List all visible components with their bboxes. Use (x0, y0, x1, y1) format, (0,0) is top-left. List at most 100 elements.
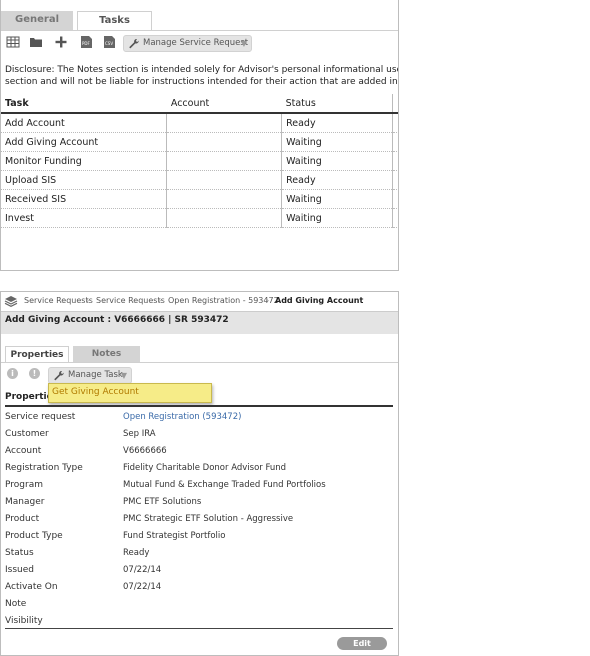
csv-icon[interactable]: CSV (102, 36, 116, 48)
extra-cell (392, 208, 398, 228)
breadcrumb-chevron-icon: › (86, 296, 90, 305)
column-header-account[interactable]: Account (166, 94, 282, 114)
property-value: PMC Strategic ETF Solution - Aggressive (123, 514, 294, 524)
account-cell (166, 113, 282, 133)
extra-cell (392, 132, 398, 152)
property-row: Note (1, 599, 398, 616)
column-header-extra (392, 94, 398, 114)
table-row[interactable]: Add Giving Account Waiting (1, 132, 398, 152)
extra-cell (392, 189, 398, 209)
service-request-link[interactable]: Open Registration (593472) (123, 412, 241, 422)
task-cell: Received SIS (1, 189, 167, 209)
breadcrumb-service-requests[interactable]: Service Requests (24, 292, 93, 310)
task-table-header: Task Account Status (1, 94, 398, 114)
detail-header: Add Giving Account : V6666666 | SR 59347… (1, 311, 398, 334)
account-cell (166, 170, 282, 190)
toolbar: PDF CSV Manage Service Request ▼ (1, 34, 398, 52)
manage-service-request-label: Manage Service Request (143, 38, 249, 48)
property-label: Program (5, 480, 43, 490)
property-row: Account V6666666 (1, 446, 398, 463)
table-row[interactable]: Add Account Ready (1, 113, 398, 133)
breadcrumb-open-registration[interactable]: Open Registration - 593472 (168, 292, 279, 310)
breadcrumb-service-requests-2[interactable]: Service Requests (96, 292, 165, 310)
breadcrumb: Service Requests › Service Requests › Op… (1, 292, 398, 310)
property-row: Product Type Fund Strategist Portfolio (1, 531, 398, 548)
task-cell: Invest (1, 208, 167, 228)
menu-item-get-giving-account[interactable]: Get Giving Account (52, 387, 139, 397)
svg-text:PDF: PDF (82, 41, 90, 46)
table-row[interactable]: Monitor Funding Waiting (1, 151, 398, 171)
property-label: Service request (5, 412, 76, 422)
task-table: Task Account Status Add Account Ready Add … (1, 94, 398, 228)
extra-cell (392, 113, 398, 133)
account-cell (166, 151, 282, 171)
breadcrumb-chevron-icon: › (158, 296, 162, 305)
tab-divider (1, 362, 398, 363)
wrench-icon (129, 38, 139, 49)
table-row[interactable]: Upload SIS Ready (1, 170, 398, 190)
edit-button[interactable]: Edit (337, 637, 387, 650)
spreadsheet-icon[interactable] (6, 36, 20, 48)
tab-notes[interactable]: Notes (73, 346, 140, 362)
tab-divider (1, 30, 398, 31)
table-row[interactable]: Invest Waiting (1, 208, 398, 228)
info-icon[interactable]: i (7, 368, 18, 379)
manage-task-button[interactable]: Manage Task ▼ (48, 367, 132, 384)
property-value: Fidelity Charitable Donor Advisor Fund (123, 463, 287, 473)
property-value: 07/22/14 (123, 565, 162, 575)
column-header-status[interactable]: Status (281, 94, 393, 114)
account-cell (166, 208, 282, 228)
tab-general[interactable]: General (1, 11, 73, 30)
property-label: Activate On (5, 582, 58, 592)
property-row: Manager PMC ETF Solutions (1, 497, 398, 514)
property-label: Customer (5, 429, 49, 439)
column-header-task[interactable]: Task (1, 94, 167, 114)
property-label: Registration Type (5, 463, 83, 473)
add-icon[interactable] (54, 36, 68, 48)
status-cell: Ready (281, 113, 393, 133)
properties-bottom-divider (5, 628, 393, 629)
status-cell: Waiting (281, 151, 393, 171)
chevron-down-icon: ▼ (240, 39, 247, 48)
task-cell: Monitor Funding (1, 151, 167, 171)
property-label: Note (5, 599, 27, 609)
property-value: PMC ETF Solutions (123, 497, 202, 507)
property-label: Visibility (5, 616, 43, 626)
property-value: 07/22/14 (123, 582, 162, 592)
pdf-icon[interactable]: PDF (79, 36, 93, 48)
properties-divider (5, 405, 393, 407)
folder-icon[interactable] (29, 36, 43, 48)
task-cell: Upload SIS (1, 170, 167, 190)
tab-tasks[interactable]: Tasks (77, 11, 152, 31)
property-row: Service request Open Registration (593472… (1, 412, 398, 429)
task-cell: Add Giving Account (1, 132, 167, 152)
manage-service-request-button[interactable]: Manage Service Request ▼ (123, 35, 252, 52)
status-cell: Waiting (281, 132, 393, 152)
property-row: Registration Type Fidelity Charitable Don… (1, 463, 398, 480)
breadcrumb-chevron-icon: › (266, 296, 270, 305)
property-row: Customer Sep IRA (1, 429, 398, 446)
account-cell (166, 132, 282, 152)
status-cell: Waiting (281, 208, 393, 228)
task-cell: Add Account (1, 113, 167, 133)
wrench-icon (54, 370, 64, 381)
property-row: Activate On 07/22/14 (1, 582, 398, 599)
tab-properties[interactable]: Properties (5, 346, 69, 363)
property-value: V6666666 (123, 446, 167, 456)
chevron-down-icon: ▼ (120, 371, 127, 380)
manage-task-dropdown-menu: Get Giving Account (48, 383, 212, 403)
alert-icon[interactable]: ! (29, 368, 40, 379)
table-row[interactable]: Received SIS Waiting (1, 189, 398, 209)
extra-cell (392, 151, 398, 171)
layers-icon (4, 296, 18, 307)
property-label: Product Type (5, 531, 63, 541)
property-row: Program Mutual Fund & Exchange Traded Fun… (1, 480, 398, 497)
property-row: Visibility (1, 616, 398, 633)
property-value: Fund Strategist Portfolio (123, 531, 226, 541)
tab-bar: General Tasks (1, 0, 398, 31)
account-cell (166, 189, 282, 209)
disclosure-text: Disclosure: The Notes section is intende… (5, 64, 399, 88)
status-cell: Ready (281, 170, 393, 190)
property-label: Manager (5, 497, 45, 507)
disclosure-line-1: Disclosure: The Notes section is intende… (5, 65, 399, 75)
